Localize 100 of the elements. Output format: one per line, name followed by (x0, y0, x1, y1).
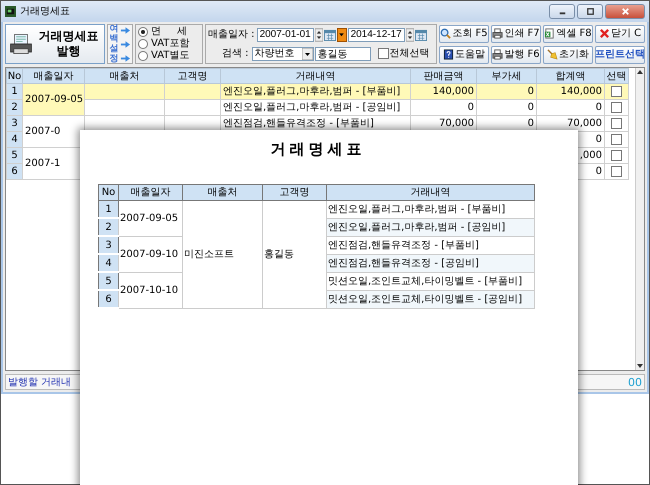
checkbox[interactable] (611, 118, 622, 129)
column-header: 고객명 (262, 184, 326, 200)
row-number: 6 (6, 164, 22, 180)
column-header: 고객명 (164, 68, 220, 84)
printer-icon (492, 49, 504, 60)
dropdown-button[interactable] (336, 28, 347, 42)
checkbox[interactable] (611, 150, 622, 161)
toolbar-button[interactable]: 닫기 C (595, 24, 645, 42)
arrow-icon (120, 24, 130, 36)
triangle-icon (338, 31, 346, 38)
toolbar-button[interactable]: 인쇄 F7 (491, 24, 541, 42)
row-number: 4 (6, 132, 22, 148)
table-cell: 엔진오일,플러그,마후라,범퍼 - [부품비] (220, 84, 410, 100)
caret-icon (302, 48, 313, 60)
radio-option[interactable]: VAT포함 (138, 38, 200, 50)
date-field[interactable]: 2014-12-17 (348, 28, 405, 42)
column-header: 매출처 (182, 184, 262, 200)
column-header: 매출처 (84, 68, 164, 84)
maximize-button[interactable] (577, 4, 603, 19)
table-cell: 엔진오일,플러그,마후라,범퍼 - [부품비] (326, 200, 534, 218)
maximize-icon (584, 6, 596, 17)
up-arrow-icon[interactable] (636, 68, 644, 77)
checkbox[interactable] (611, 102, 622, 113)
table-cell: 2007-09-05 (118, 200, 182, 236)
toolbar-button[interactable]: 엑셀 F8 (543, 24, 593, 42)
date-label: 매출일자 : (208, 28, 255, 41)
spinner-icon[interactable] (406, 28, 414, 42)
column-header: 합계액 (536, 68, 604, 84)
table-cell: 0 (476, 84, 536, 100)
help-icon (443, 49, 454, 60)
column-header: 판매금액 (410, 68, 476, 84)
toolbar-button[interactable]: 조회 F5 (439, 24, 489, 42)
scrollbar[interactable] (635, 68, 644, 370)
column-header: No (98, 184, 118, 200)
row-number: 5 (98, 272, 118, 290)
magnifier-icon (440, 28, 452, 39)
app-icon (5, 6, 16, 17)
search-input[interactable]: 홍길동 (314, 46, 371, 60)
column-header: 거래내역 (220, 68, 410, 84)
table-cell: 0 (476, 100, 536, 116)
status-message: 발행할 거래내 (8, 376, 72, 388)
table-cell: 엔진점검,핸들유격조정 - [부품비] (326, 236, 534, 254)
close-icon (598, 28, 610, 39)
table-cell: 0 (536, 100, 604, 116)
down-arrow-icon[interactable] (636, 361, 644, 370)
table-cell: 140,000 (410, 84, 476, 100)
row-number: 1 (98, 200, 118, 218)
printer-icon (492, 28, 504, 39)
column-header: 매출일자 (22, 68, 84, 84)
document-title: 거래명세표 (270, 140, 366, 158)
date-field[interactable]: 2007-01-01 (256, 28, 314, 42)
spinner-icon[interactable] (314, 28, 323, 42)
table-cell: 2007-09-05 (22, 84, 84, 116)
close-button[interactable] (605, 4, 645, 19)
table-cell: 밋션오일,조인트교체,타이밍벨트 - [공임비] (326, 290, 534, 308)
table-cell: 140,000 (536, 84, 604, 100)
toolbar-button[interactable]: 발행 F6 (491, 46, 541, 64)
table-cell: 엔진오일,플러그,마후라,범퍼 - [공임비] (326, 218, 534, 236)
table-cell (164, 100, 220, 116)
table-cell: 0 (410, 100, 476, 116)
arrow-icon (120, 52, 130, 64)
column-header: 매출일자 (118, 184, 182, 200)
column-header: 부가세 (476, 68, 536, 84)
spreadsheet-icon (544, 28, 556, 39)
search-label: 검색 : (222, 47, 249, 60)
table-cell: 엔진오일,플러그,마후라,범퍼 - [공임비] (220, 100, 410, 116)
close-icon (620, 6, 630, 17)
search-field-dropdown[interactable]: 차량번호 (252, 46, 314, 60)
row-number: 6 (98, 290, 118, 308)
checkbox[interactable] (611, 134, 622, 145)
checkbox[interactable] (611, 166, 622, 177)
printer-icon (9, 32, 33, 56)
checkbox-label: 전체선택 (390, 47, 430, 60)
row-number: 3 (6, 116, 22, 132)
checkbox[interactable] (378, 48, 389, 59)
table-cell: 엔진점검,핸들유격조정 - [공임비] (326, 254, 534, 272)
radio-option[interactable]: VAT별도 (138, 50, 200, 62)
issue-button[interactable]: 거래명세표 발행 (5, 24, 105, 64)
table-cell: 미진소프트 (182, 200, 262, 308)
column-header: No (6, 68, 22, 84)
row-number: 2 (98, 218, 118, 236)
column-header: 거래내역 (326, 184, 534, 200)
margin-setting-button[interactable]: 여백설정 (107, 24, 133, 64)
window-title: 거래명세표 (20, 5, 71, 18)
row-number: 3 (98, 236, 118, 254)
row-number: 5 (6, 148, 22, 164)
toolbar-button[interactable]: 도움말 (439, 46, 489, 64)
row-number: 4 (98, 254, 118, 272)
row-number: 1 (6, 84, 22, 100)
column-header: 선택 (604, 68, 628, 84)
table-cell (164, 84, 220, 100)
checkbox[interactable] (611, 86, 622, 97)
table-cell: 밋션오일,조인트교체,타이밍벨트 - [부품비] (326, 272, 534, 290)
toolbar-button[interactable]: 프린트선택 (595, 46, 645, 64)
toolbar-button[interactable]: 초기화 (543, 46, 593, 64)
arrow-icon (120, 38, 130, 50)
total-amount: 00 (628, 376, 642, 388)
radio-option[interactable]: 면 세 (138, 26, 200, 38)
row-number: 2 (6, 100, 22, 116)
broom-icon (547, 49, 558, 60)
